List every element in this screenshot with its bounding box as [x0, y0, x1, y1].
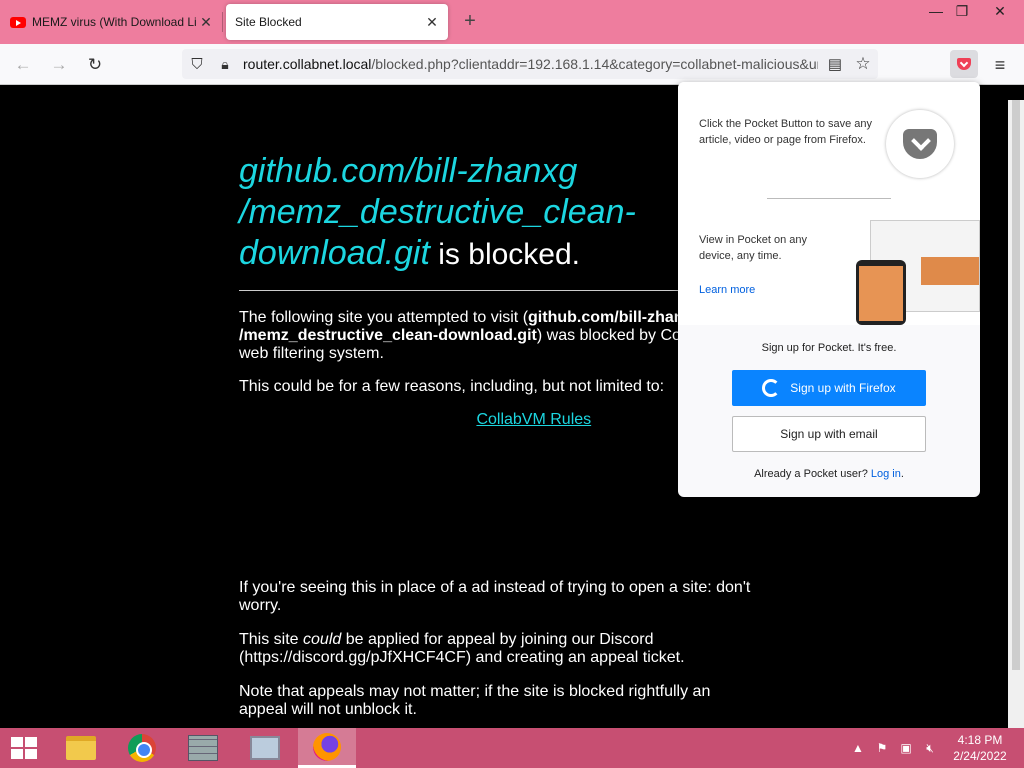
pocket-login-line: Already a Pocket user? Log in.: [678, 468, 980, 480]
monitor-icon: [250, 736, 280, 760]
system-clock[interactable]: 4:18 PM 2/24/2022: [942, 732, 1018, 764]
signup-firefox-label: Sign up with Firefox: [790, 381, 896, 395]
url-text[interactable]: router.collabnet.local/blocked.php?clien…: [243, 49, 818, 79]
pocket-signup-title: Sign up for Pocket. It's free.: [761, 342, 897, 354]
tab-memz-video[interactable]: MEMZ virus (With Download Li ✕: [0, 0, 222, 44]
collabvm-rules-link[interactable]: CollabVM Rules: [476, 411, 591, 428]
reason-text: This site violates any of the: [279, 411, 477, 428]
maximize-button[interactable]: ❐: [946, 0, 978, 24]
pocket-view-text: View in Pocket on any device, any time.: [699, 234, 808, 262]
flag-icon[interactable]: ⚑: [872, 728, 892, 768]
new-tab-button[interactable]: +: [458, 10, 482, 33]
appeal-emphasis: could: [303, 631, 342, 648]
intro-prefix: The following site you attempted to visi…: [239, 309, 529, 326]
file-explorer-button[interactable]: [52, 728, 110, 768]
url-host: router.collabnet.local: [243, 56, 372, 72]
reload-icon[interactable]: ↻: [82, 52, 108, 78]
firewall-icon: [188, 735, 218, 761]
appeal-prefix: This site: [239, 631, 304, 648]
clock-date: 2/24/2022: [953, 749, 1007, 763]
learn-more-link[interactable]: Learn more: [699, 282, 755, 298]
nav-toolbar: ← → ↻ ⛉ 🔒︎ router.collabnet.local/blocke…: [0, 44, 1024, 85]
forward-icon[interactable]: →: [46, 52, 72, 78]
close-window-button[interactable]: ✕: [984, 0, 1016, 24]
clock-time: 4:18 PM: [957, 733, 1003, 747]
list-item: This site being made to attempt bypassin…: [259, 505, 759, 541]
list-item: This site was blocked per webmaster requ…: [259, 542, 759, 560]
phone-image: [856, 260, 906, 325]
tab-close-icon[interactable]: ✕: [196, 14, 216, 31]
login-suffix: .: [900, 468, 904, 480]
url-bar[interactable]: ⛉ 🔒︎ router.collabnet.local/blocked.php?…: [182, 49, 878, 79]
login-prefix: Already a Pocket user?: [754, 468, 871, 480]
bookmark-star-icon[interactable]: ☆: [850, 51, 876, 77]
youtube-icon: [10, 16, 26, 28]
chrome-icon: [128, 734, 156, 762]
pocket-button[interactable]: [950, 50, 978, 78]
tab-close-icon[interactable]: ✕: [422, 14, 442, 31]
devices-illustration: [856, 220, 980, 325]
chrome-button[interactable]: [113, 728, 171, 768]
pocket-icon: [957, 58, 971, 70]
tab-site-blocked[interactable]: Site Blocked ✕: [226, 4, 448, 40]
signup-firefox-button[interactable]: Sign up with Firefox: [732, 370, 926, 406]
pocket-panel-intro: Click the Pocket Button to save any arti…: [678, 82, 980, 325]
page-scrollbar[interactable]: [1008, 100, 1024, 728]
taskbar: ▲ ⚑ ▣ 🔇︎ 4:18 PM 2/24/2022: [0, 728, 1024, 768]
tab-title: Site Blocked: [235, 15, 302, 29]
firewall-button[interactable]: [174, 728, 232, 768]
pocket-panel: Click the Pocket Button to save any arti…: [678, 82, 980, 497]
firefox-icon: [313, 732, 341, 761]
menu-icon[interactable]: ≡: [987, 52, 1013, 78]
appeal-note: Note that appeals may not matter; if the…: [239, 683, 711, 718]
volume-muted-icon[interactable]: 🔇︎: [920, 728, 940, 768]
network-icon[interactable]: ▣: [896, 728, 916, 768]
tab-separator: [222, 12, 223, 32]
tab-strip: MEMZ virus (With Download Li ✕ Site Bloc…: [0, 0, 1024, 44]
url-path: /blocked.php?clientaddr=192.168.1.14&cat…: [371, 56, 818, 72]
monitor-button[interactable]: [236, 728, 294, 768]
firefox-button[interactable]: [298, 728, 356, 768]
pocket-logo-icon: [886, 110, 954, 178]
file-explorer-icon: [66, 736, 96, 760]
blocked-label: is blocked.: [429, 238, 580, 271]
signup-email-button[interactable]: Sign up with email: [732, 416, 926, 452]
tab-title: MEMZ virus (With Download Li: [32, 15, 196, 29]
start-button[interactable]: [0, 728, 48, 768]
back-icon[interactable]: ←: [10, 52, 36, 78]
lock-icon[interactable]: 🔒︎: [212, 51, 238, 77]
windows-icon: [11, 737, 37, 759]
chevron-up-icon[interactable]: ▲: [850, 728, 866, 768]
ad-note: If you're seeing this in place of a ad i…: [239, 579, 751, 614]
pocket-intro-text: Click the Pocket Button to save any arti…: [699, 118, 873, 146]
reader-view-icon[interactable]: ▤: [822, 51, 848, 77]
appeal-paragraph: This site could be applied for appeal by…: [239, 631, 759, 667]
pocket-divider: [767, 198, 891, 199]
firefox-account-icon: [762, 379, 781, 397]
shield-icon[interactable]: ⛉: [184, 51, 210, 77]
login-link[interactable]: Log in: [871, 468, 901, 480]
scrollbar-thumb[interactable]: [1012, 100, 1020, 670]
